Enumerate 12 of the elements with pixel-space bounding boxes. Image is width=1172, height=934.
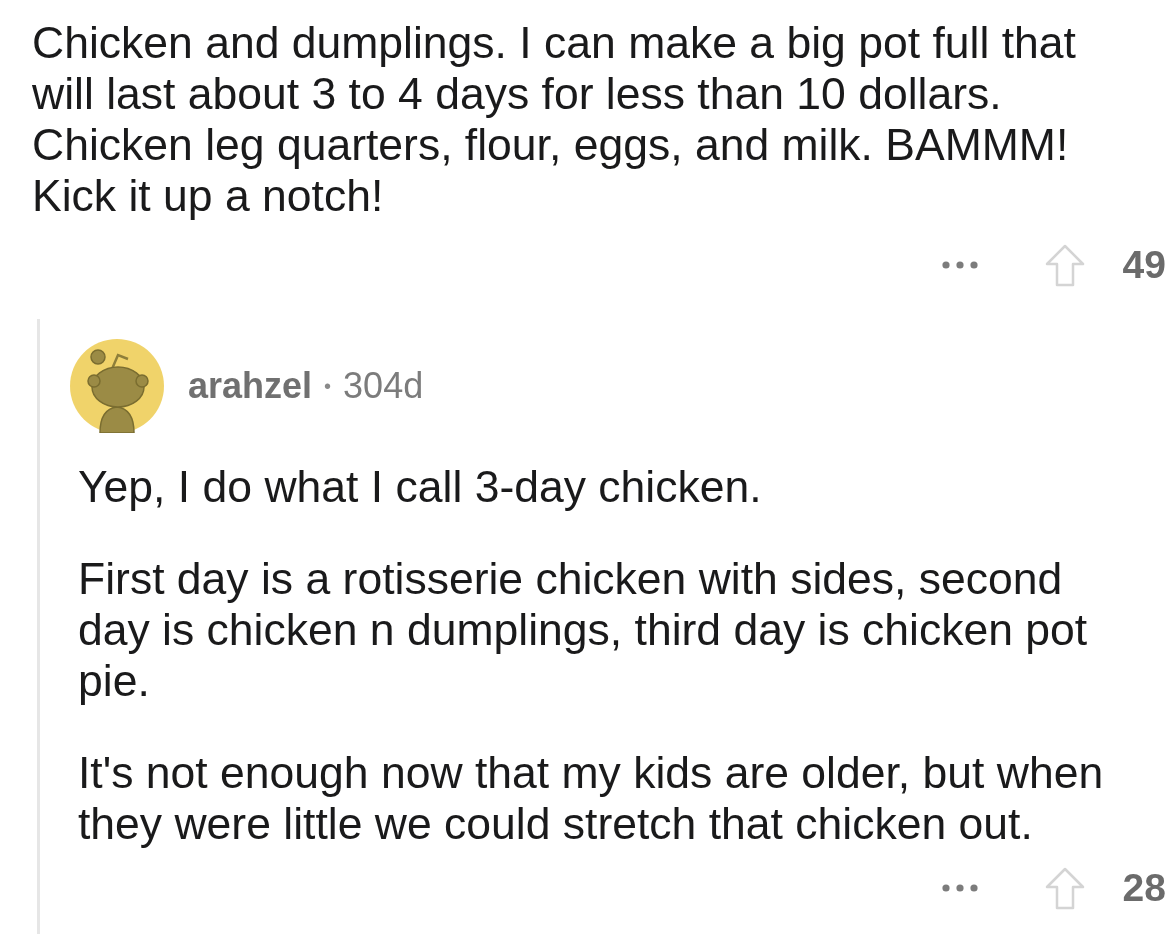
- separator-dot: •: [324, 374, 332, 399]
- more-options-icon[interactable]: [941, 261, 978, 269]
- reply-paragraph: First day is a rotisserie chicken with sides, second day is chicken n dumplings, third day is chicken pot pie.: [78, 553, 1088, 706]
- comment-text: Chicken and dumplings. I can make a big pot full that will last about 3 to 4 days for less than 10 dollars. Chicken leg quarters, flour, eggs, and milk. BAMMM! Kick it up a notch!: [32, 17, 1076, 221]
- reply-paragraph: Yep, I do what I call 3-day chicken.: [78, 461, 762, 512]
- more-options-icon[interactable]: [941, 884, 978, 892]
- vote-count: 49: [1122, 241, 1166, 288]
- comment-age: 304d: [343, 364, 424, 408]
- reply-paragraph: It's not enough now that my kids are older, but when they were little we could stretch that chicken out.: [78, 747, 1104, 849]
- vote-count: 28: [1122, 864, 1166, 911]
- username-link[interactable]: arahzel: [188, 359, 313, 413]
- avatar-icon[interactable]: [70, 339, 164, 433]
